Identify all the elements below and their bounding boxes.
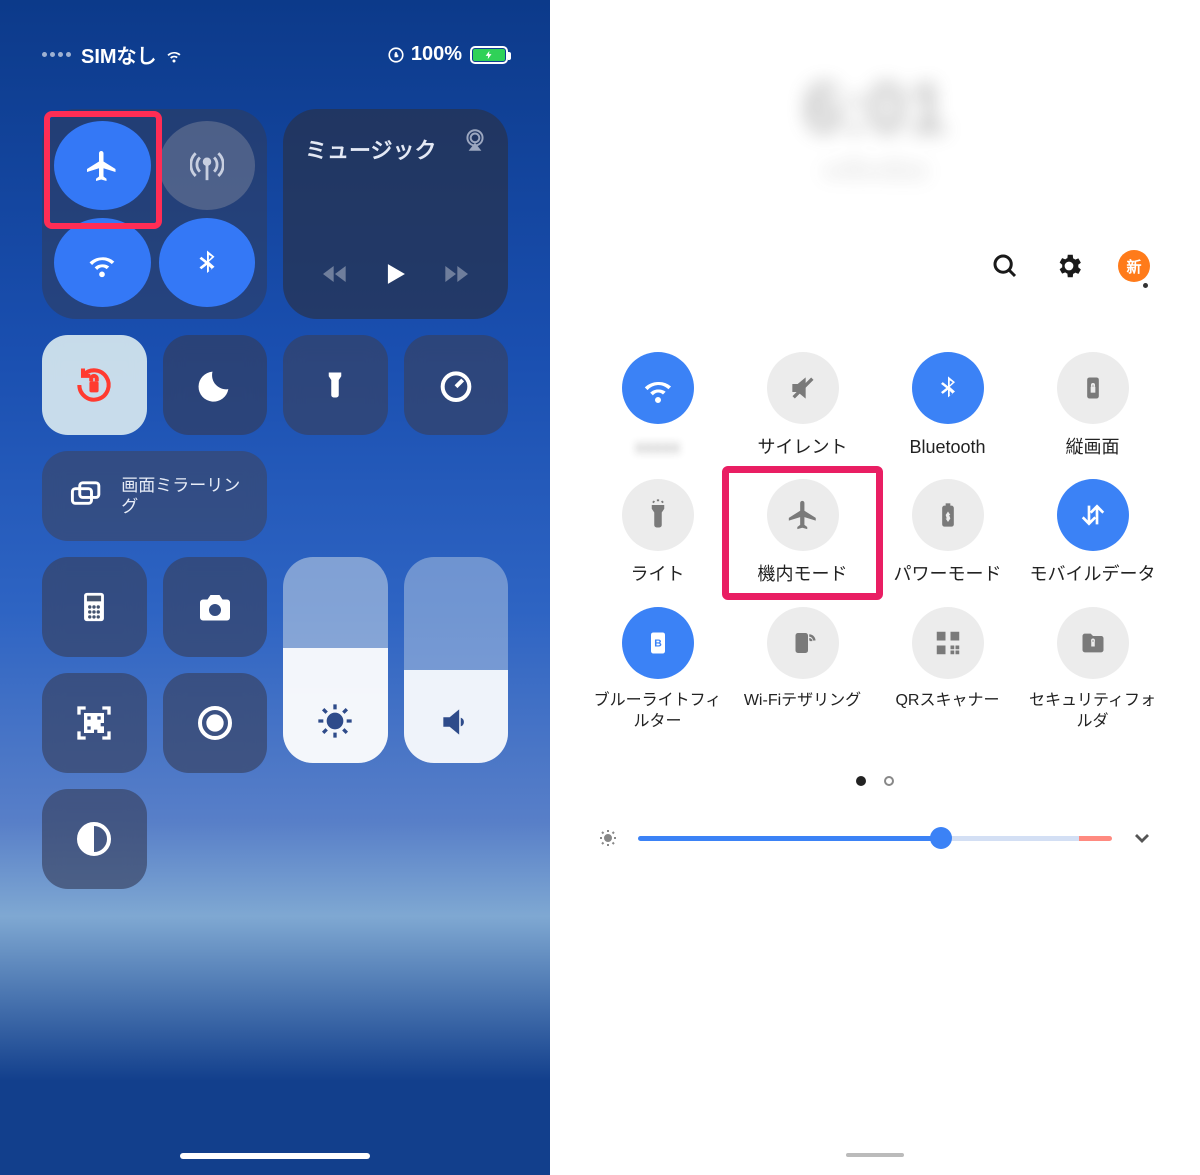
- tether-icon: [788, 627, 818, 659]
- music-tile[interactable]: ミュージック: [283, 109, 508, 319]
- dark-mode-tile[interactable]: [42, 789, 147, 889]
- brightness-track[interactable]: [638, 836, 1112, 841]
- secure-folder-icon: [1077, 629, 1109, 657]
- carrier-label: SIMなし: [81, 40, 157, 69]
- play-icon[interactable]: [378, 257, 412, 291]
- next-track-icon[interactable]: [440, 258, 472, 290]
- qs-orientation[interactable]: 縦画面: [1025, 352, 1160, 459]
- ios-control-center: SIMなし 100% ミュ: [0, 0, 550, 1175]
- record-icon: [195, 703, 235, 743]
- bluetooth-icon: [934, 371, 962, 405]
- data-arrows-icon: [1077, 499, 1109, 531]
- screen-record-tile[interactable]: [163, 673, 268, 773]
- qr-scan-tile[interactable]: [42, 673, 147, 773]
- chevron-down-icon[interactable]: [1130, 826, 1154, 850]
- flashlight-icon: [643, 498, 673, 532]
- dnd-tile[interactable]: [163, 335, 268, 435]
- brightness-slider[interactable]: [283, 557, 388, 763]
- portrait-lock-icon: [1079, 371, 1107, 405]
- brightness-slider-row: [590, 826, 1160, 850]
- volume-slider[interactable]: [404, 557, 509, 763]
- airplane-icon: [84, 148, 120, 184]
- qs-airplane[interactable]: 機内モード: [722, 466, 883, 599]
- search-icon[interactable]: [990, 251, 1020, 281]
- music-title: ミュージック: [305, 133, 486, 165]
- sun-icon: [315, 701, 355, 741]
- ios-home-indicator[interactable]: [180, 1153, 370, 1159]
- new-badge[interactable]: 新: [1118, 250, 1150, 282]
- camera-icon: [194, 589, 236, 625]
- qr-icon: [933, 628, 963, 658]
- mirror-label: 画面ミラーリング: [121, 475, 241, 518]
- timer-icon: [436, 365, 476, 405]
- qs-power-mode[interactable]: パワーモード: [880, 479, 1015, 586]
- connectivity-cluster: [42, 109, 267, 319]
- orientation-lock-icon: [72, 363, 116, 407]
- orientation-lock-tile[interactable]: [42, 335, 147, 435]
- antenna-icon: [190, 149, 224, 183]
- qs-silent[interactable]: サイレント: [735, 352, 870, 459]
- svg-text:B: B: [654, 637, 662, 649]
- mute-icon: [787, 372, 819, 404]
- brightness-thumb[interactable]: [930, 827, 952, 849]
- screen-mirror-tile[interactable]: 画面ミラーリング: [42, 451, 267, 541]
- bluetooth-toggle[interactable]: [159, 218, 256, 307]
- mirror-icon: [68, 478, 103, 514]
- flashlight-tile[interactable]: [283, 335, 388, 435]
- battery-recycle-icon: [934, 498, 962, 532]
- qs-secure-folder[interactable]: セキュリティフォルダ: [1025, 607, 1160, 733]
- prev-track-icon[interactable]: [319, 258, 351, 290]
- qs-wifi[interactable]: xxxxx: [590, 352, 725, 459]
- settings-gear-icon[interactable]: [1054, 251, 1084, 281]
- orientation-lock-icon: [387, 46, 405, 64]
- calculator-tile[interactable]: [42, 557, 147, 657]
- qs-bluelight[interactable]: B ブルーライトフィルター: [590, 607, 725, 733]
- battery-pct: 100%: [411, 43, 462, 66]
- speaker-icon: [437, 703, 475, 741]
- wifi-toggle[interactable]: [54, 218, 151, 307]
- qs-mobile-data[interactable]: モバイルデータ: [1025, 479, 1160, 586]
- android-nav-indicator[interactable]: [846, 1153, 904, 1157]
- bluelight-icon: B: [644, 627, 672, 659]
- signal-dots-icon: [42, 52, 71, 57]
- calculator-icon: [77, 587, 111, 627]
- camera-tile[interactable]: [163, 557, 268, 657]
- android-quick-settings: 6:01 xx月xx日(x) 新 xxxxx サイレント Bluetooth 縦…: [550, 0, 1200, 1175]
- wifi-icon: [85, 246, 119, 280]
- airplane-mode-toggle[interactable]: [54, 121, 151, 210]
- flashlight-icon: [320, 365, 350, 405]
- contrast-icon: [74, 819, 114, 859]
- qs-qr-scanner[interactable]: QRスキャナー: [880, 607, 1015, 733]
- lockscreen-clock: 6:01 xx月xx日(x): [590, 0, 1160, 250]
- qs-bluetooth[interactable]: Bluetooth: [880, 352, 1015, 459]
- wifi-icon: [163, 46, 185, 64]
- qs-tethering[interactable]: Wi-Fiテザリング: [735, 607, 870, 733]
- bluetooth-icon: [192, 246, 222, 280]
- airplane-icon: [786, 498, 820, 532]
- antenna-toggle[interactable]: [159, 121, 256, 210]
- battery-icon: [470, 46, 508, 64]
- timer-tile[interactable]: [404, 335, 509, 435]
- page-indicator[interactable]: [590, 776, 1160, 786]
- ios-status-bar: SIMなし 100%: [42, 40, 508, 69]
- sun-dim-icon: [596, 826, 620, 850]
- airplay-icon: [462, 127, 488, 153]
- qs-flashlight[interactable]: ライト: [590, 479, 725, 586]
- moon-icon: [195, 365, 235, 405]
- wifi-icon: [640, 370, 676, 406]
- qr-icon: [74, 703, 114, 743]
